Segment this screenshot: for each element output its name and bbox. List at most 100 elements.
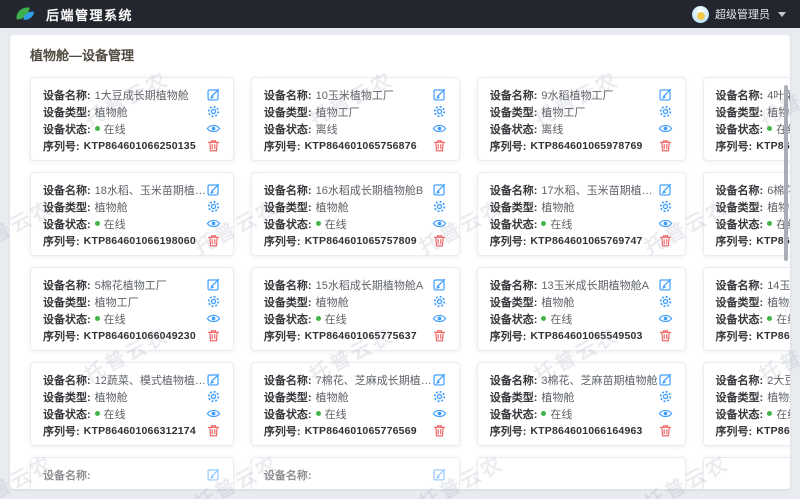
gear-icon[interactable] [658, 294, 673, 309]
device-type-row: 设备类型: 植物舱 [490, 198, 673, 215]
device-name-label: 设备名称: [490, 277, 538, 293]
eye-icon[interactable] [206, 121, 221, 136]
trash-icon[interactable] [206, 138, 221, 153]
user-menu[interactable]: 超级管理员 [692, 6, 786, 23]
trash-icon[interactable] [206, 423, 221, 438]
device-name-row: 设备名称: 14玉米成长期植物舱B [716, 276, 790, 293]
edit-icon[interactable] [432, 372, 447, 387]
edit-icon[interactable] [432, 467, 447, 482]
device-type-label: 设备类型: [43, 389, 91, 405]
device-name-label: 设备名称: [716, 87, 764, 103]
status-dot [767, 316, 772, 321]
trash-icon[interactable] [432, 423, 447, 438]
device-serial-row: 序列号: KTP864601065756876 [264, 137, 447, 154]
edit-icon[interactable] [206, 182, 221, 197]
gear-icon[interactable] [432, 294, 447, 309]
device-serial-row: 序列号: KTP864601065978769 [490, 137, 673, 154]
device-status-row: 设备状态: 离线 [490, 120, 673, 137]
eye-icon[interactable] [432, 121, 447, 136]
edit-icon[interactable] [206, 277, 221, 292]
device-serial-value: KTP864601066164963 [530, 425, 657, 437]
gear-icon[interactable] [658, 104, 673, 119]
edit-icon[interactable] [432, 182, 447, 197]
edit-icon[interactable] [206, 467, 221, 482]
device-name-label: 设备名称: [264, 182, 312, 198]
device-serial-row: 序列号: KTP864601066231952 [716, 422, 790, 439]
gear-icon[interactable] [206, 389, 221, 404]
status-dot [767, 126, 772, 131]
device-serial-row: 序列号: KTP864601066049230 [43, 327, 221, 344]
user-avatar[interactable] [692, 6, 709, 23]
device-status-label: 设备状态: [490, 121, 538, 137]
edit-icon[interactable] [658, 277, 673, 292]
device-serial-label: 序列号: [43, 423, 80, 439]
device-type-row: 设备类型: 植物工厂 [490, 103, 673, 120]
device-card: 设备名称: 5棉花植物工厂 设备类型: 植物工厂 设备状态: [30, 267, 234, 351]
gear-icon[interactable] [432, 199, 447, 214]
trash-icon[interactable] [206, 328, 221, 343]
device-type-row: 设备类型: 植物舱 [716, 388, 790, 405]
eye-icon[interactable] [658, 406, 673, 421]
eye-icon[interactable] [658, 216, 673, 231]
device-serial-row: 序列号: KTP864601066312174 [43, 422, 221, 439]
trash-icon[interactable] [658, 423, 673, 438]
device-status-label: 设备状态: [490, 311, 538, 327]
device-serial-label: 序列号: [264, 423, 301, 439]
trash-icon[interactable] [432, 233, 447, 248]
device-status-row: 设备状态: 在线 [43, 405, 221, 422]
device-status-row: 设备状态: 在线 [490, 215, 673, 232]
gear-icon[interactable] [432, 389, 447, 404]
eye-icon[interactable] [658, 121, 673, 136]
gear-icon[interactable] [432, 104, 447, 119]
device-card: 设备名称: 15水稻成长期植物舱A 设备类型: 植物舱 设备状态: [251, 267, 460, 351]
device-status-row: 设备状态: 在线 [716, 215, 790, 232]
device-status-value: 在线 [550, 406, 657, 422]
gear-icon[interactable] [206, 294, 221, 309]
trash-icon[interactable] [432, 328, 447, 343]
edit-icon[interactable] [206, 372, 221, 387]
eye-icon[interactable] [432, 216, 447, 231]
device-type-label: 设备类型: [716, 389, 764, 405]
gear-icon[interactable] [206, 104, 221, 119]
edit-icon[interactable] [658, 182, 673, 197]
trash-icon[interactable] [658, 328, 673, 343]
status-dot [95, 126, 100, 131]
edit-icon[interactable] [432, 87, 447, 102]
device-serial-value: KTP864601065756876 [305, 140, 432, 152]
device-name-row: 设备名称: 16水稻成长期植物舱B [264, 181, 447, 198]
trash-icon[interactable] [658, 233, 673, 248]
eye-icon[interactable] [206, 216, 221, 231]
device-serial-value: KTP864601066198060 [84, 235, 206, 247]
edit-icon[interactable] [658, 372, 673, 387]
device-type-row: 设备类型: 植物舱 [43, 198, 221, 215]
eye-icon[interactable] [432, 406, 447, 421]
gear-icon[interactable] [658, 199, 673, 214]
status-dot [541, 221, 546, 226]
eye-icon[interactable] [206, 311, 221, 326]
device-serial-row: 序列号: KTP864601065775637 [264, 327, 447, 344]
device-name-label: 设备名称: [43, 87, 91, 103]
device-name-value: 16水稻成长期植物舱B [316, 182, 432, 198]
device-name-row: 设备名称: 7棉花、芝麻成长期植… [264, 371, 447, 388]
device-type-label: 设备类型: [490, 294, 538, 310]
eye-icon[interactable] [432, 311, 447, 326]
trash-icon[interactable] [658, 138, 673, 153]
status-dot [95, 411, 100, 416]
eye-icon[interactable] [206, 406, 221, 421]
edit-icon[interactable] [206, 87, 221, 102]
trash-icon[interactable] [206, 233, 221, 248]
device-name-value: 14玉米成长期植物舱B [767, 277, 790, 293]
trash-icon[interactable] [432, 138, 447, 153]
gear-icon[interactable] [658, 389, 673, 404]
device-card: 设备名称: 7棉花、芝麻成长期植… 设备类型: 植物舱 设备状态: [251, 362, 460, 446]
edit-icon[interactable] [432, 277, 447, 292]
device-status-row: 设备状态: 在线 [43, 310, 221, 327]
scrollbar-thumb[interactable] [784, 85, 788, 261]
edit-icon[interactable] [658, 87, 673, 102]
device-type-row: 设备类型: 植物舱 [490, 293, 673, 310]
device-card: 设备名称: 4叶菜植物工厂 设备类型: 植物工厂 设备状态: [703, 77, 790, 161]
eye-icon[interactable] [658, 311, 673, 326]
content-panel: 植物舱—设备管理 设备名称: 1大豆成长期植物舱 设备类型: 植物舱 [10, 35, 790, 489]
user-name: 超级管理员 [715, 6, 770, 22]
gear-icon[interactable] [206, 199, 221, 214]
